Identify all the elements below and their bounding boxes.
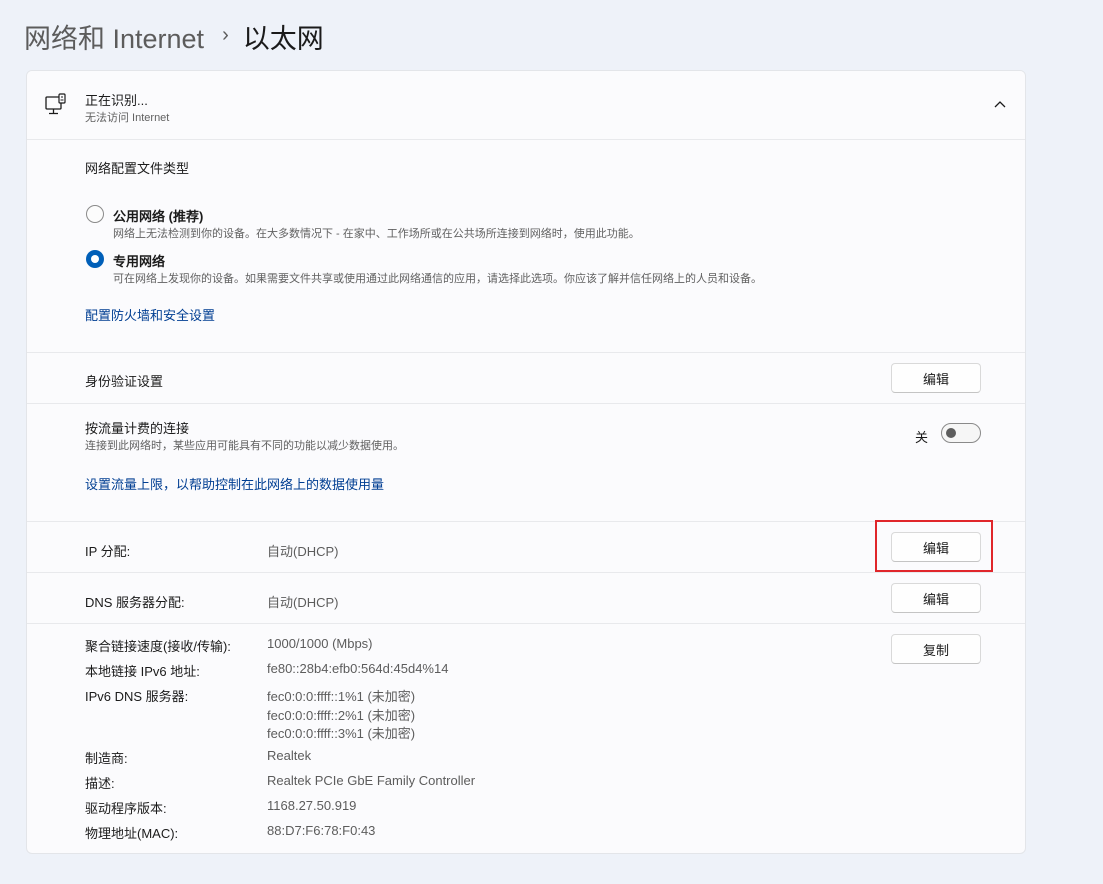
metered-connection-toggle[interactable] — [941, 423, 981, 443]
chevron-up-icon[interactable] — [993, 97, 1007, 111]
manufacturer-label: 制造商: — [85, 751, 128, 766]
public-network-label: 公用网络 (推荐) — [113, 209, 204, 224]
metered-connection-description: 连接到此网络时，某些应用可能具有不同的功能以减少数据使用。 — [85, 440, 404, 452]
copy-properties-button[interactable]: 复制 — [891, 634, 981, 664]
breadcrumb-parent[interactable]: 网络和 Internet — [24, 17, 204, 56]
ipv6-dns-label: IPv6 DNS 服务器: — [85, 689, 189, 704]
connection-status-title: 正在识别... — [85, 93, 148, 108]
link-speed-value: 1000/1000 (Mbps) — [267, 636, 373, 651]
profile-type-heading: 网络配置文件类型 — [85, 161, 190, 176]
ipv6-dns-value-3: fec0:0:0:ffff::3%1 (未加密) — [267, 726, 416, 741]
firewall-settings-link[interactable]: 配置防火墙和安全设置 — [85, 305, 215, 324]
dns-assignment-value: 自动(DHCP) — [267, 595, 339, 610]
ip-assignment-value: 自动(DHCP) — [267, 544, 339, 559]
private-network-description: 可在网络上发现你的设备。如果需要文件共享或使用通过此网络通信的应用，请选择此选项… — [113, 273, 762, 285]
toggle-knob — [946, 428, 956, 438]
public-network-description: 网络上无法检测到你的设备。在大多数情况下 - 在家中、工作场所或在公共场所连接到… — [113, 228, 640, 240]
ip-assignment-label: IP 分配: — [85, 544, 131, 559]
description-label: 描述: — [85, 776, 115, 791]
ipv6-dns-value-1: fec0:0:0:ffff::1%1 (未加密) — [267, 689, 416, 704]
driver-version-value: 1168.27.50.919 — [267, 798, 357, 813]
link-speed-label: 聚合链接速度(接收/传输): — [85, 639, 231, 654]
metered-connection-title: 按流量计费的连接 — [85, 421, 190, 436]
description-value: Realtek PCIe GbE Family Controller — [267, 773, 476, 788]
private-network-label: 专用网络 — [113, 254, 166, 269]
ethernet-header[interactable]: 正在识别... 无法访问 Internet — [27, 71, 1025, 139]
mac-address-value: 88:D7:F6:78:F0:43 — [267, 823, 376, 838]
ethernet-monitor-icon — [45, 93, 66, 115]
auth-settings-label: 身份验证设置 — [85, 374, 164, 389]
divider — [27, 403, 1025, 404]
driver-version-label: 驱动程序版本: — [85, 801, 167, 816]
dns-edit-button[interactable]: 编辑 — [891, 583, 981, 613]
ipv6-local-label: 本地链接 IPv6 地址: — [85, 664, 200, 679]
page-title: 以太网 — [242, 23, 324, 54]
radio-private-network[interactable] — [86, 250, 104, 268]
ipv6-dns-value-2: fec0:0:0:ffff::2%1 (未加密) — [267, 708, 416, 723]
mac-address-label: 物理地址(MAC): — [85, 826, 179, 841]
dns-assignment-label: DNS 服务器分配: — [85, 595, 185, 610]
metered-toggle-state: 关 — [915, 430, 929, 445]
chevron-right-icon: › — [222, 23, 229, 46]
divider — [27, 352, 1025, 353]
manufacturer-value: Realtek — [267, 748, 312, 763]
auth-edit-button[interactable]: 编辑 — [891, 363, 981, 393]
data-limit-link[interactable]: 设置流量上限，以帮助控制在此网络上的数据使用量 — [85, 474, 384, 493]
ethernet-settings-card: 正在识别... 无法访问 Internet 网络配置文件类型 公用网络 (推荐)… — [26, 70, 1026, 854]
ipv6-local-value: fe80::28b4:efb0:564d:45d4%14 — [267, 661, 449, 676]
connection-status-subtitle: 无法访问 Internet — [85, 112, 170, 124]
radio-public-network[interactable] — [86, 205, 104, 223]
divider — [27, 623, 1025, 624]
divider — [27, 572, 1025, 573]
highlight-box — [875, 520, 993, 572]
divider — [27, 139, 1025, 140]
breadcrumb: 网络和 Internet › 以太网 — [24, 14, 324, 58]
